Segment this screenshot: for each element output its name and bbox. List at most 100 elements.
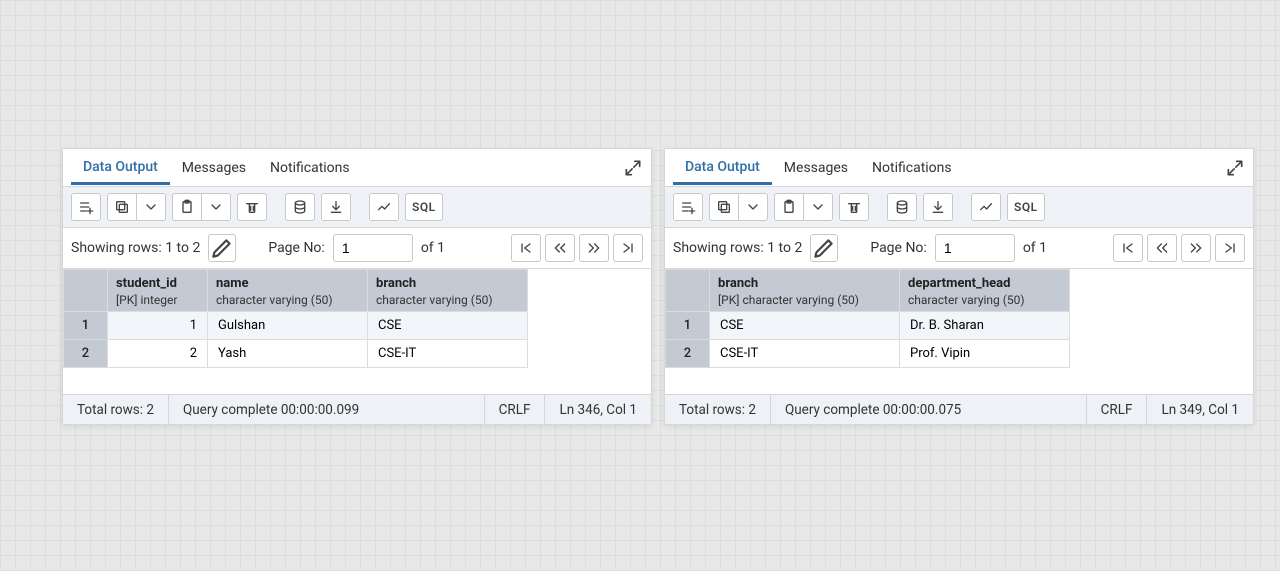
cell[interactable]: Dr. B. Sharan bbox=[900, 312, 1070, 340]
column-type: character varying (50) bbox=[376, 293, 519, 307]
column-header-name[interactable]: name character varying (50) bbox=[208, 270, 368, 312]
row-number: 2 bbox=[64, 340, 108, 368]
status-cursor: Ln 349, Col 1 bbox=[1147, 395, 1253, 424]
row-number: 1 bbox=[666, 312, 710, 340]
tabs-bar: Data OutputMessagesNotifications bbox=[665, 149, 1253, 187]
tab-data-output[interactable]: Data Output bbox=[673, 151, 772, 185]
download-button[interactable] bbox=[923, 193, 953, 221]
cell[interactable]: CSE bbox=[710, 312, 900, 340]
column-name: branch bbox=[718, 276, 758, 291]
table-row[interactable]: 11GulshanCSE bbox=[64, 312, 528, 340]
page-of-text: of 1 bbox=[1023, 240, 1047, 256]
pager-nav bbox=[511, 234, 643, 262]
delete-button[interactable] bbox=[839, 193, 869, 221]
status-query-time: Query complete 00:00:00.099 bbox=[169, 395, 485, 424]
first-page-button[interactable] bbox=[511, 234, 541, 262]
page-no-label: Page No: bbox=[268, 240, 325, 256]
add-row-button[interactable] bbox=[673, 193, 703, 221]
tabs-bar: Data OutputMessagesNotifications bbox=[63, 149, 651, 187]
pager-row: Showing rows: 1 to 2 Page No: of 1 bbox=[63, 228, 651, 269]
paste-button[interactable] bbox=[774, 193, 804, 221]
expand-icon[interactable] bbox=[623, 158, 643, 178]
first-page-button[interactable] bbox=[1113, 234, 1143, 262]
tab-notifications[interactable]: Notifications bbox=[860, 152, 964, 183]
cell[interactable]: 1 bbox=[108, 312, 208, 340]
edit-rows-button[interactable] bbox=[208, 234, 236, 262]
status-eol: CRLF bbox=[1087, 395, 1148, 424]
page-no-input[interactable] bbox=[935, 234, 1015, 262]
copy-button[interactable] bbox=[709, 193, 739, 221]
column-header-branch[interactable]: branch character varying (50) bbox=[368, 270, 528, 312]
result-grid[interactable]: student_id [PK] integer name character vary… bbox=[63, 269, 651, 394]
last-page-button[interactable] bbox=[1215, 234, 1245, 262]
tab-messages[interactable]: Messages bbox=[170, 152, 258, 183]
table-row[interactable]: 1CSEDr. B. Sharan bbox=[666, 312, 1070, 340]
status-query-time: Query complete 00:00:00.075 bbox=[771, 395, 1087, 424]
page-no-input[interactable] bbox=[333, 234, 413, 262]
tab-notifications[interactable]: Notifications bbox=[258, 152, 362, 183]
status-total-rows: Total rows: 2 bbox=[665, 395, 771, 424]
status-eol: CRLF bbox=[485, 395, 546, 424]
pager-row: Showing rows: 1 to 2Page No:of 1 bbox=[665, 228, 1253, 269]
tab-messages[interactable]: Messages bbox=[772, 152, 860, 183]
paste-button[interactable] bbox=[172, 193, 202, 221]
cell[interactable]: Gulshan bbox=[208, 312, 368, 340]
copy-button[interactable] bbox=[107, 193, 137, 221]
prev-page-button[interactable] bbox=[545, 234, 575, 262]
paste-dropdown[interactable] bbox=[201, 193, 231, 221]
column-name: branch bbox=[376, 276, 416, 291]
download-button[interactable] bbox=[321, 193, 351, 221]
result-grid[interactable]: branch [PK] character varying (50) departm… bbox=[665, 269, 1253, 394]
column-name: name bbox=[216, 276, 249, 291]
cell[interactable]: CSE-IT bbox=[368, 340, 528, 368]
prev-page-button[interactable] bbox=[1147, 234, 1177, 262]
status-bar: Total rows: 2Query complete 00:00:00.099… bbox=[63, 394, 651, 424]
cell[interactable]: CSE-IT bbox=[710, 340, 900, 368]
sql-button[interactable]: SQL bbox=[1007, 193, 1045, 221]
column-type: character varying (50) bbox=[216, 293, 359, 307]
table-row[interactable]: 22YashCSE-IT bbox=[64, 340, 528, 368]
next-page-button[interactable] bbox=[579, 234, 609, 262]
last-page-button[interactable] bbox=[613, 234, 643, 262]
cell[interactable]: Prof. Vipin bbox=[900, 340, 1070, 368]
column-header-branch[interactable]: branch [PK] character varying (50) bbox=[710, 270, 900, 312]
expand-icon[interactable] bbox=[1225, 158, 1245, 178]
delete-button[interactable] bbox=[237, 193, 267, 221]
column-type: [PK] character varying (50) bbox=[718, 293, 891, 307]
table-row[interactable]: 2CSE-ITProf. Vipin bbox=[666, 340, 1070, 368]
tab-data-output[interactable]: Data Output bbox=[71, 151, 170, 185]
column-name: department_head bbox=[908, 276, 1010, 291]
page-of-text: of 1 bbox=[421, 240, 445, 256]
column-type: [PK] integer bbox=[116, 293, 199, 307]
column-type: character varying (50) bbox=[908, 293, 1061, 307]
column-name: student_id bbox=[116, 276, 177, 291]
copy-dropdown[interactable] bbox=[738, 193, 768, 221]
grid-corner bbox=[64, 270, 108, 312]
cell[interactable]: Yash bbox=[208, 340, 368, 368]
edit-rows-button[interactable] bbox=[810, 234, 838, 262]
next-page-button[interactable] bbox=[1181, 234, 1211, 262]
showing-rows-text: Showing rows: 1 to 2 bbox=[71, 240, 200, 256]
save-data-button[interactable] bbox=[887, 193, 917, 221]
showing-rows-text: Showing rows: 1 to 2 bbox=[673, 240, 802, 256]
status-bar: Total rows: 2Query complete 00:00:00.075… bbox=[665, 394, 1253, 424]
row-number: 1 bbox=[64, 312, 108, 340]
query-result-panel: Data OutputMessagesNotifications SQL Showi… bbox=[62, 148, 652, 425]
column-header-student_id[interactable]: student_id [PK] integer bbox=[108, 270, 208, 312]
query-result-panel: Data OutputMessagesNotifications SQL Showi… bbox=[664, 148, 1254, 425]
add-row-button[interactable] bbox=[71, 193, 101, 221]
sql-button[interactable]: SQL bbox=[405, 193, 443, 221]
paste-dropdown[interactable] bbox=[803, 193, 833, 221]
chart-button[interactable] bbox=[369, 193, 399, 221]
status-cursor: Ln 346, Col 1 bbox=[545, 395, 651, 424]
save-data-button[interactable] bbox=[285, 193, 315, 221]
grid-corner bbox=[666, 270, 710, 312]
pager-nav bbox=[1113, 234, 1245, 262]
chart-button[interactable] bbox=[971, 193, 1001, 221]
status-total-rows: Total rows: 2 bbox=[63, 395, 169, 424]
cell[interactable]: CSE bbox=[368, 312, 528, 340]
column-header-department_head[interactable]: department_head character varying (50) bbox=[900, 270, 1070, 312]
copy-dropdown[interactable] bbox=[136, 193, 166, 221]
toolbar: SQL bbox=[665, 187, 1253, 228]
cell[interactable]: 2 bbox=[108, 340, 208, 368]
